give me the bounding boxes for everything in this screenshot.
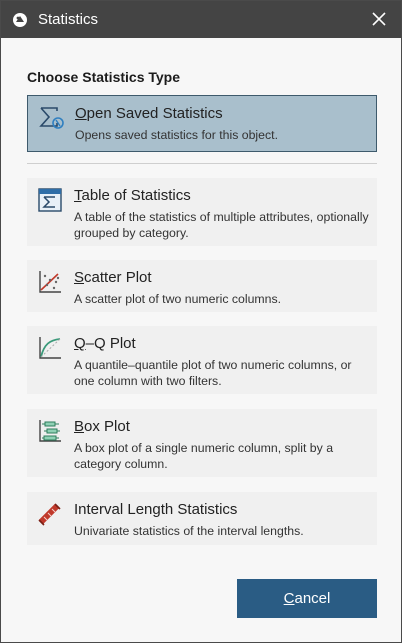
option-table-of-statistics[interactable]: Table of Statistics A table of the stati…: [27, 178, 377, 246]
option-box-plot[interactable]: Box Plot A box plot of a single numeric …: [27, 409, 377, 477]
qq-plot-icon: [39, 337, 61, 359]
option-label: Scatter Plot: [74, 269, 152, 286]
option-label: Q–Q Plot: [74, 335, 136, 352]
section-label: Choose Statistics Type: [27, 69, 181, 85]
app-logo-icon: [13, 13, 27, 27]
window-title: Statistics: [38, 11, 99, 28]
separator: [27, 163, 377, 164]
option-qq-plot[interactable]: Q–Q Plot A quantile–quantile plot of two…: [27, 326, 377, 394]
option-label: Table of Statistics: [74, 187, 191, 204]
option-label: Interval Length Statistics: [74, 501, 238, 518]
sigma-icon: [39, 107, 64, 129]
option-description: A box plot of a single numeric column, s…: [74, 441, 334, 471]
interval-icon: [38, 503, 61, 526]
option-scatter-plot[interactable]: Scatter Plot A scatter plot of two numer…: [27, 260, 377, 312]
scatter-plot-icon: [39, 271, 61, 293]
close-icon[interactable]: [369, 9, 389, 29]
option-open-saved-statistics[interactable]: Open Saved Statistics Opens saved statis…: [27, 95, 377, 152]
statistics-dialog: Statistics Choose Statistics Type Open S…: [0, 0, 402, 643]
table-sigma-icon: [38, 188, 62, 212]
option-description: A scatter plot of two numeric columns.: [74, 292, 282, 306]
box-plot-icon: [39, 420, 61, 442]
option-label: Open Saved Statistics: [75, 105, 223, 122]
option-description: Univariate statistics of the interval le…: [74, 524, 304, 538]
option-description: A quantile–quantile plot of two numeric …: [74, 358, 352, 388]
option-interval-length-statistics[interactable]: Interval Length Statistics Univariate st…: [27, 492, 377, 545]
title-bar: Statistics: [1, 1, 401, 38]
option-label: Box Plot: [74, 418, 130, 435]
cancel-button[interactable]: Cancel: [237, 579, 377, 618]
option-description: Opens saved statistics for this object.: [75, 128, 278, 142]
option-description: A table of the statistics of multiple at…: [74, 210, 369, 240]
